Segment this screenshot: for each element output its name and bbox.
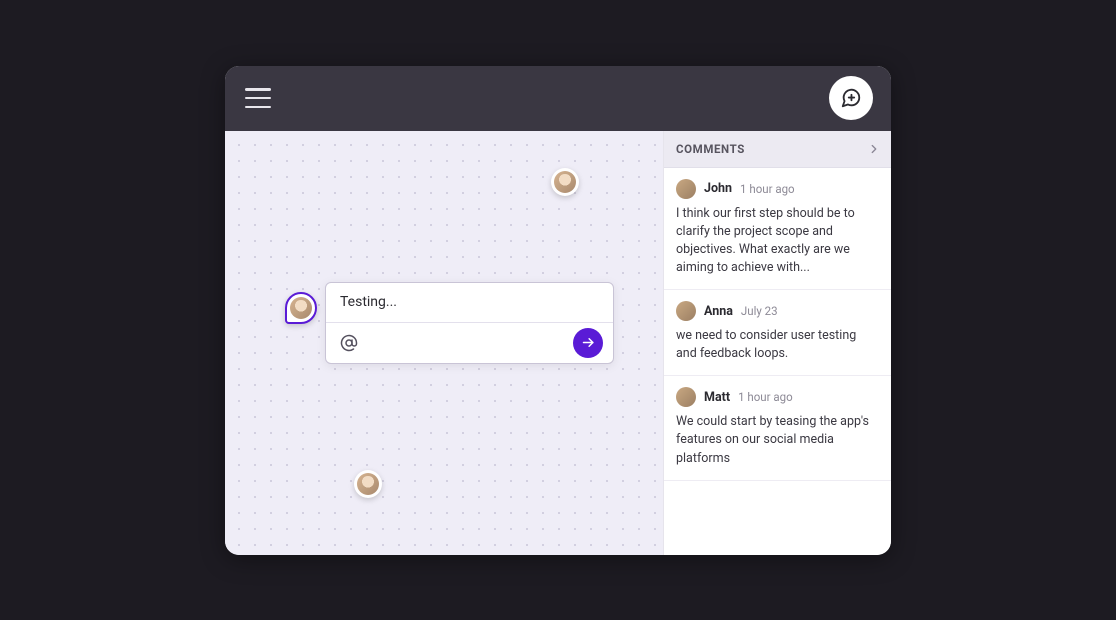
sidebar-title: COMMENTS	[676, 142, 745, 156]
app-window: Testing... COMMENTS	[225, 66, 891, 555]
body-area: Testing... COMMENTS	[225, 131, 891, 555]
new-comment-button[interactable]	[829, 76, 873, 120]
comment-composer: Testing...	[325, 282, 614, 364]
comment-body: we need to consider user testing and fee…	[676, 327, 879, 363]
avatar-pin[interactable]	[354, 470, 382, 498]
comment-actions	[326, 323, 613, 363]
arrow-right-icon	[581, 335, 596, 350]
canvas[interactable]: Testing...	[225, 131, 663, 555]
comment-item[interactable]: John 1 hour ago I think our first step s…	[664, 168, 891, 291]
avatar	[357, 473, 379, 495]
chat-plus-icon	[840, 87, 862, 109]
comment-time: July 23	[741, 304, 778, 318]
comment-item[interactable]: Matt 1 hour ago We could start by teasin…	[664, 376, 891, 480]
avatar	[554, 171, 576, 193]
sidebar-header: COMMENTS	[664, 131, 891, 168]
comment-body: I think our first step should be to clar…	[676, 205, 879, 278]
hamburger-icon	[245, 88, 271, 91]
comment-time: 1 hour ago	[740, 182, 795, 196]
avatar	[290, 297, 312, 319]
avatar	[676, 179, 696, 199]
avatar-pin[interactable]	[551, 168, 579, 196]
comment-author: Matt	[704, 390, 730, 405]
avatar	[676, 387, 696, 407]
comment-author: John	[704, 181, 732, 196]
comment-item[interactable]: Anna July 23 we need to consider user te…	[664, 290, 891, 376]
top-bar	[225, 66, 891, 131]
avatar-pin-active[interactable]	[285, 292, 317, 324]
menu-button[interactable]	[245, 88, 271, 108]
avatar	[676, 301, 696, 321]
comment-input[interactable]: Testing...	[326, 283, 613, 323]
at-icon[interactable]	[340, 334, 358, 352]
comment-body: We could start by teasing the app's feat…	[676, 413, 879, 467]
chevron-right-icon[interactable]	[867, 142, 881, 156]
comments-sidebar: COMMENTS John 1 hour ago I think our fir…	[663, 131, 891, 555]
comment-time: 1 hour ago	[738, 390, 793, 404]
comment-author: Anna	[704, 304, 733, 319]
send-button[interactable]	[573, 328, 603, 358]
comments-list: John 1 hour ago I think our first step s…	[664, 168, 891, 555]
